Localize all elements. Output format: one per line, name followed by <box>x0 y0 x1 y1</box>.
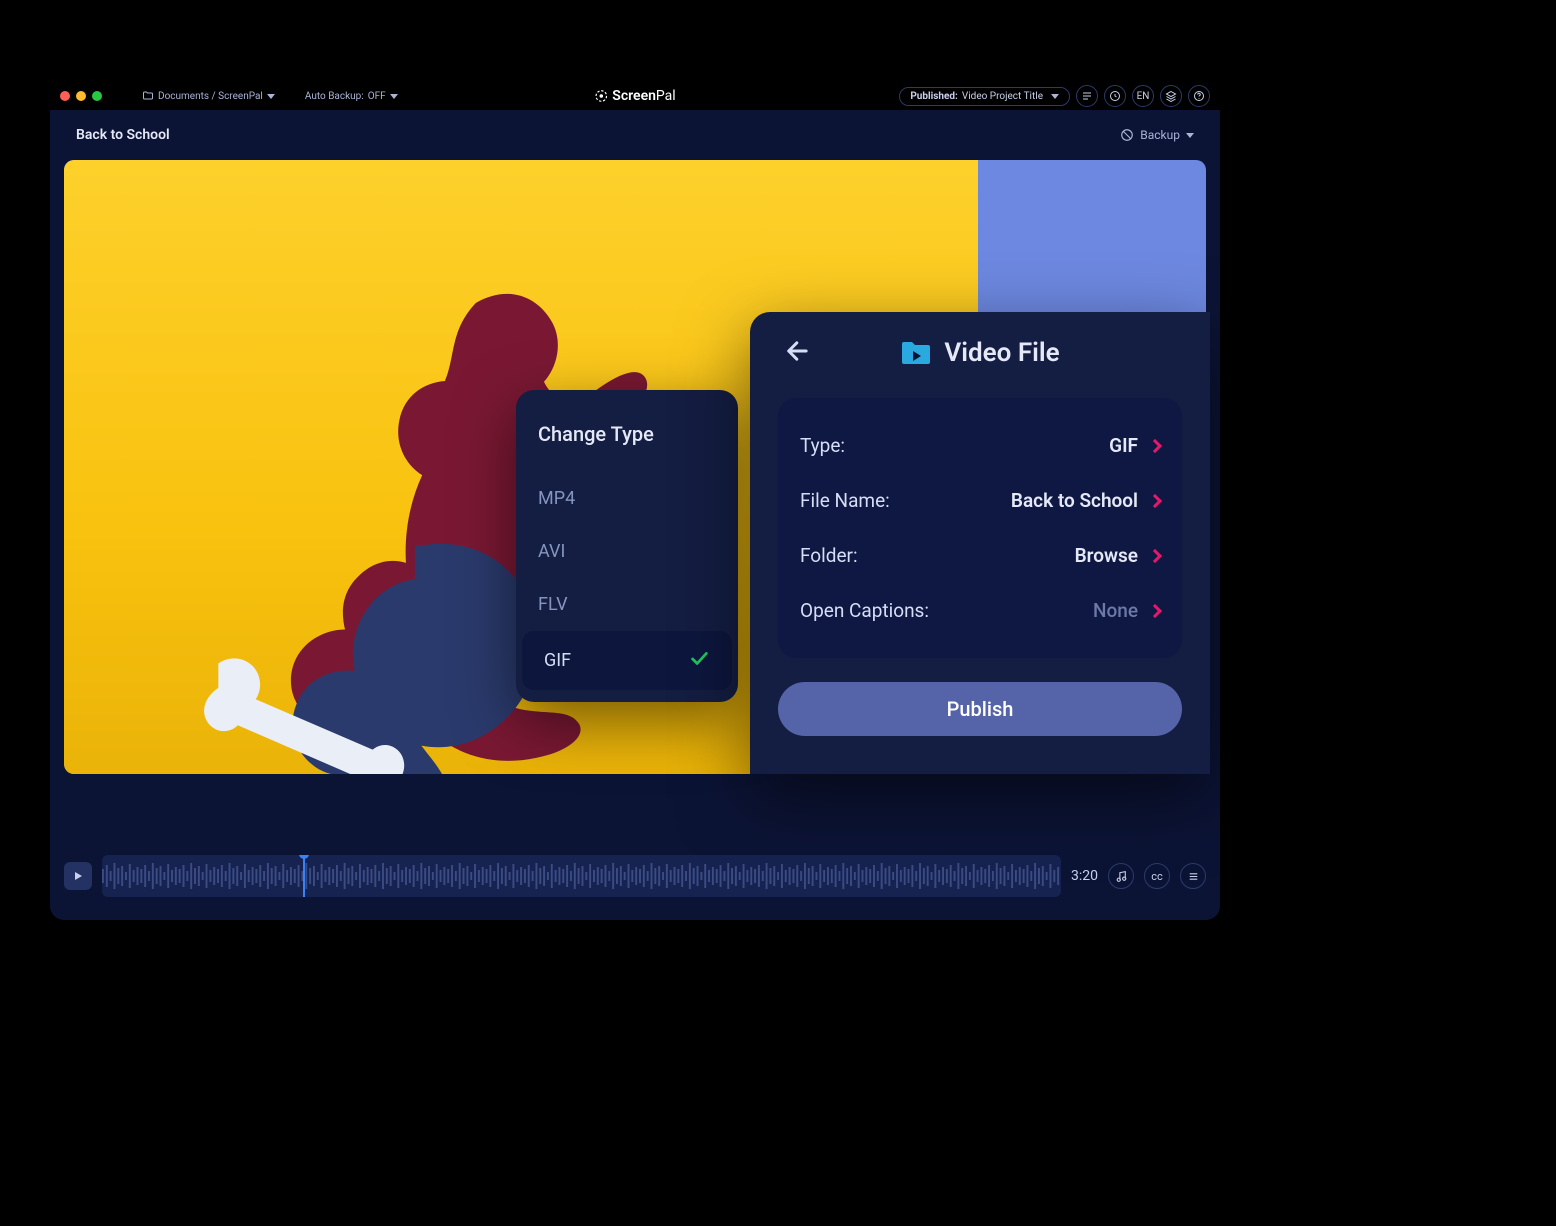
chevron-right-icon <box>1148 493 1162 507</box>
row-folder[interactable]: Folder: Browse <box>800 528 1160 583</box>
video-file-title: Video File <box>900 338 1059 368</box>
caret-down-icon <box>1051 94 1059 99</box>
row-type-label: Type: <box>800 434 845 457</box>
type-option-mp4[interactable]: MP4 <box>516 472 738 525</box>
layers-icon[interactable] <box>1160 85 1182 107</box>
change-type-title: Change Type <box>516 422 738 472</box>
chevron-right-icon <box>1148 548 1162 562</box>
menu-icon[interactable] <box>1180 863 1206 889</box>
window-close-icon[interactable] <box>60 91 70 101</box>
row-folder-label: Folder: <box>800 544 858 567</box>
auto-backup-label: Auto Backup: <box>305 91 364 102</box>
cc-label: cc <box>1151 870 1163 883</box>
backup-label: Backup <box>1140 128 1180 142</box>
brand-screen: Screen <box>612 88 656 104</box>
playhead[interactable] <box>303 855 305 897</box>
video-file-panel: Video File Type: GIF File Name: Back to … <box>750 312 1210 774</box>
check-icon <box>688 647 710 674</box>
type-option-gif-label: GIF <box>544 650 571 671</box>
window-minimize-icon[interactable] <box>76 91 86 101</box>
brand-logo: ScreenPal <box>594 88 675 104</box>
published-label: Published: <box>910 91 958 102</box>
titlebar-right: Published: Video Project Title EN <box>899 85 1210 107</box>
publish-button[interactable]: Publish <box>778 682 1182 736</box>
project-title: Back to School <box>76 127 170 143</box>
published-value: Video Project Title <box>962 91 1043 102</box>
backup-dropdown[interactable]: Backup <box>1120 128 1194 142</box>
duration: 3:20 <box>1071 868 1098 884</box>
language-button[interactable]: EN <box>1132 85 1154 107</box>
waveform <box>102 855 1061 897</box>
caret-down-icon <box>267 94 275 99</box>
row-captions-value: None <box>1093 599 1138 622</box>
publish-status-dropdown[interactable]: Published: Video Project Title <box>899 87 1070 106</box>
video-file-header: Video File <box>778 338 1182 368</box>
video-folder-icon <box>900 340 932 366</box>
caret-down-icon <box>1186 133 1194 138</box>
cc-button[interactable]: cc <box>1144 863 1170 889</box>
help-icon[interactable] <box>1188 85 1210 107</box>
no-backup-icon <box>1120 128 1134 142</box>
language-code: EN <box>1137 91 1150 102</box>
list-icon[interactable] <box>1076 85 1098 107</box>
type-option-avi[interactable]: AVI <box>516 525 738 578</box>
play-icon <box>72 870 84 882</box>
window-maximize-icon[interactable] <box>92 91 102 101</box>
auto-backup-toggle[interactable]: Auto Backup: OFF <box>305 91 398 102</box>
auto-backup-value: OFF <box>368 91 386 102</box>
arrow-left-icon <box>784 337 812 365</box>
chevron-right-icon <box>1148 438 1162 452</box>
project-header: Back to School Backup <box>50 110 1220 160</box>
history-icon[interactable] <box>1104 85 1126 107</box>
video-file-body: Type: GIF File Name: Back to School Fold… <box>778 398 1182 658</box>
traffic-lights <box>60 91 102 101</box>
row-filename-label: File Name: <box>800 489 890 512</box>
caret-down-icon <box>390 94 398 99</box>
row-type-value: GIF <box>1109 434 1138 457</box>
breadcrumb-text: Documents / ScreenPal <box>158 91 263 102</box>
video-file-title-text: Video File <box>944 338 1059 368</box>
change-type-popover: Change Type MP4 AVI FLV GIF <box>516 390 738 702</box>
back-button[interactable] <box>784 337 812 369</box>
breadcrumb[interactable]: Documents / ScreenPal <box>142 90 275 102</box>
row-captions-label: Open Captions: <box>800 599 929 622</box>
music-icon[interactable] <box>1108 863 1134 889</box>
timeline-track[interactable]: 1:08:00 <box>102 855 1061 897</box>
type-option-flv[interactable]: FLV <box>516 578 738 631</box>
row-type[interactable]: Type: GIF <box>800 418 1160 473</box>
row-folder-value: Browse <box>1075 544 1138 567</box>
chevron-right-icon <box>1148 603 1162 617</box>
type-option-gif[interactable]: GIF <box>522 631 732 690</box>
folder-icon <box>142 90 154 102</box>
row-captions[interactable]: Open Captions: None <box>800 583 1160 638</box>
brand-pal: Pal <box>656 88 676 104</box>
row-filename-value: Back to School <box>1011 489 1138 512</box>
play-button[interactable] <box>64 862 92 890</box>
timeline-row: 1:08:00 3:20 cc <box>64 852 1206 900</box>
row-filename[interactable]: File Name: Back to School <box>800 473 1160 528</box>
brand-icon <box>594 89 608 103</box>
titlebar: Documents / ScreenPal Auto Backup: OFF S… <box>50 82 1220 110</box>
